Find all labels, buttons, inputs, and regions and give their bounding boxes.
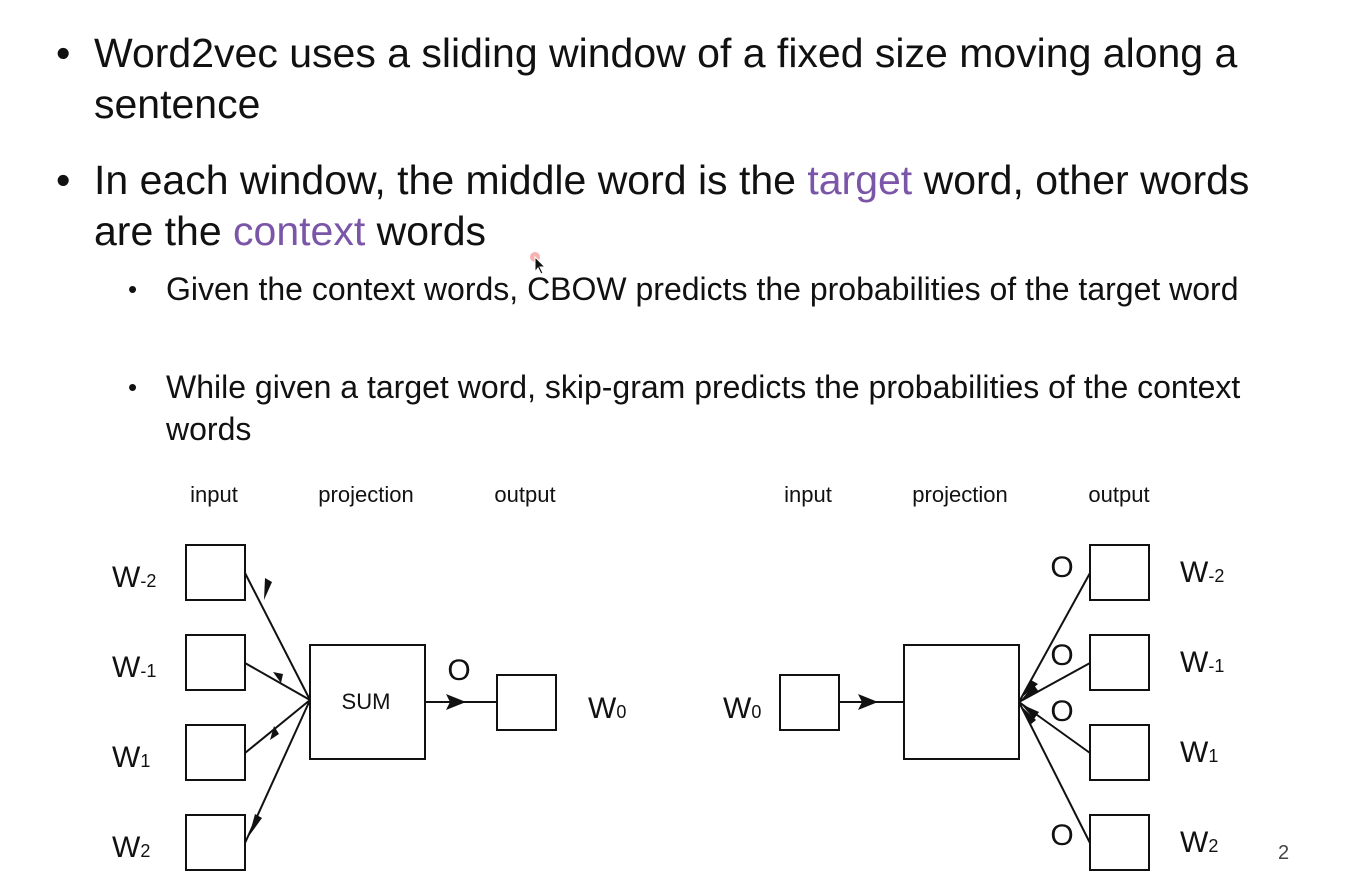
cbow-input-box (185, 724, 246, 781)
skipgram-output-box (1089, 724, 1150, 781)
cbow-output-box (496, 674, 557, 731)
skipgram-header-input: input (784, 482, 832, 507)
skipgram-output-box (1089, 634, 1150, 691)
skipgram-projection-box (903, 644, 1020, 760)
cbow-input-label: W1 (112, 741, 150, 774)
skipgram-diagram: input projection output W0 O O O O W-2 W… (723, 482, 1224, 871)
cbow-output-label: W0 (588, 692, 626, 725)
cbow-arrowhead (270, 726, 279, 740)
cbow-edge (244, 699, 311, 754)
skipgram-output-label: W2 (1180, 826, 1218, 859)
cbow-diagram: input projection output W-2 W-1 W1 W2 SU… (112, 482, 626, 871)
cbow-header-input: input (190, 482, 238, 507)
cbow-input-label: W-1 (112, 651, 156, 684)
mouse-cursor-icon (530, 252, 546, 275)
cbow-sum-label: SUM (342, 689, 391, 714)
cbow-input-label: W-2 (112, 561, 156, 594)
skipgram-input-label: W0 (723, 692, 761, 725)
cbow-input-label: W2 (112, 831, 150, 864)
cbow-input-box (185, 814, 246, 871)
skipgram-o-label: O (1050, 695, 1073, 728)
page-number: 2 (1278, 842, 1290, 864)
skipgram-output-box (1089, 814, 1150, 871)
cbow-header-projection: projection (318, 482, 413, 507)
word2vec-diagrams: input projection output W-2 W-1 W1 W2 SU… (112, 482, 1224, 871)
skipgram-input-box (779, 674, 840, 731)
skipgram-o-label: O (1050, 551, 1073, 584)
skipgram-output-box (1089, 544, 1150, 601)
skipgram-o-label: O (1050, 819, 1073, 852)
skipgram-o-label: O (1050, 639, 1073, 672)
cbow-input-box (185, 544, 246, 601)
cbow-input-box (185, 634, 246, 691)
cbow-arrowhead (264, 578, 272, 600)
skipgram-output-label: W1 (1180, 736, 1218, 769)
skipgram-output-label: W-2 (1180, 556, 1224, 589)
skipgram-output-label: W-1 (1180, 646, 1224, 679)
skipgram-header-output: output (1088, 482, 1149, 507)
skipgram-header-projection: projection (912, 482, 1007, 507)
cbow-o-label: O (447, 654, 470, 687)
cbow-arrowhead (249, 814, 262, 836)
cbow-header-output: output (494, 482, 555, 507)
